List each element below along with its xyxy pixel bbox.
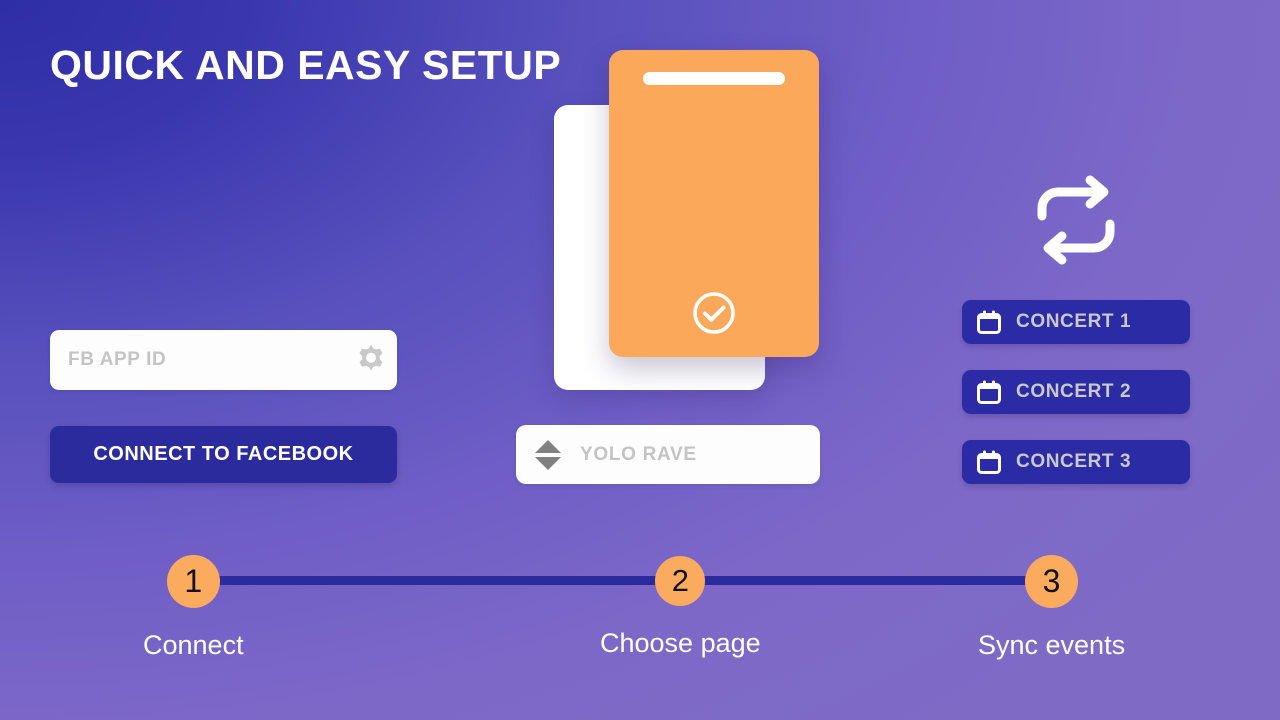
step-label: Choose page [600,628,761,658]
calendar-icon [962,379,1016,405]
slide-canvas: QUICK AND EASY SETUP FB APP ID CONNECT T… [0,0,1280,720]
step-number: 3 [1025,555,1079,608]
card-title-bar [643,72,785,85]
foreground-card [609,50,819,357]
gear-icon[interactable] [345,343,397,377]
concert-button-label: CONCERT 2 [1016,381,1132,402]
step-number: 1 [166,555,220,608]
triangle-down-icon[interactable] [535,456,561,470]
check-circle-icon [690,289,738,337]
concert-button-label: CONCERT 1 [1016,311,1132,332]
sync-repeat-icon [1028,172,1124,268]
progress-step-1[interactable]: 1 Connect [143,555,244,661]
calendar-icon [962,309,1016,335]
page-select-placeholder: YOLO RAVE [580,443,697,465]
step-label: Sync events [978,630,1126,660]
concert-button-3[interactable]: CONCERT 3 [962,440,1190,484]
page-title: QUICK AND EASY SETUP [50,42,562,88]
concert-button-label: CONCERT 3 [1016,451,1132,472]
connect-to-facebook-button[interactable]: CONNECT TO FACEBOOK [50,426,397,483]
step-number: 2 [655,556,706,606]
fb-app-id-field[interactable]: FB APP ID [50,330,397,390]
concert-button-2[interactable]: CONCERT 2 [962,370,1190,414]
progress-step-3[interactable]: 3 Sync events [978,555,1125,661]
calendar-icon [962,449,1016,475]
concert-button-1[interactable]: CONCERT 1 [962,300,1190,344]
page-select-field[interactable]: YOLO RAVE [516,425,820,484]
fb-app-id-placeholder: FB APP ID [68,349,167,370]
page-stepper[interactable] [516,439,580,470]
progress-step-2[interactable]: 2 Choose page [600,556,761,659]
step-label: Connect [143,630,244,660]
triangle-up-icon[interactable] [535,439,561,453]
